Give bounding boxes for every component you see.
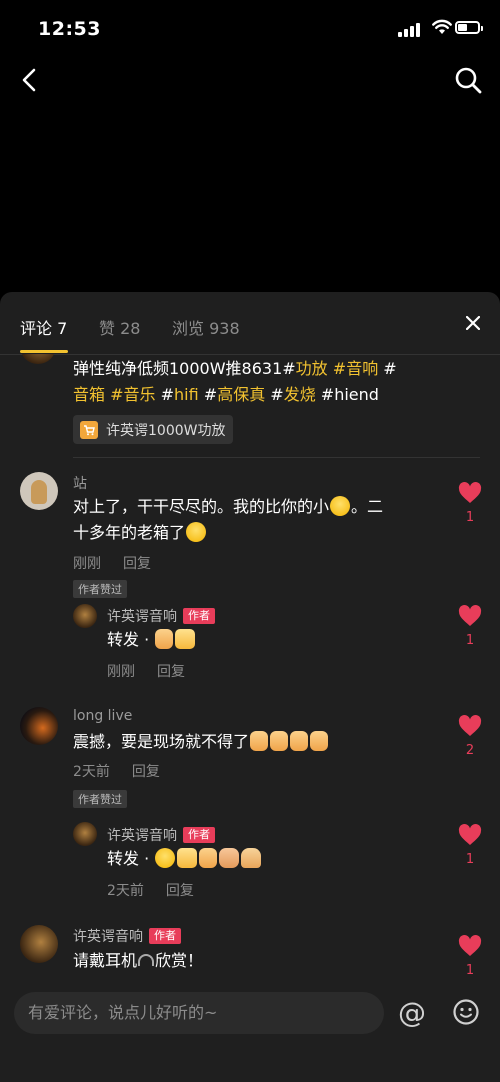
wifi-icon [432, 19, 452, 34]
comment-list: 弹性纯净低频1000W推8631#功放 #音响 # 音箱 #音乐 #hifi #高… [0, 354, 500, 984]
thumbs-up-emoji-icon [250, 731, 269, 751]
status-time: 12:53 [38, 18, 101, 40]
like-button[interactable]: 2 [458, 715, 482, 758]
like-count: 1 [465, 510, 475, 525]
product-name: 许英谔1000W功放 [106, 422, 226, 439]
avatar[interactable] [20, 925, 58, 963]
comment-time: 刚刚 [73, 556, 101, 572]
clap-emoji-icon [175, 629, 196, 649]
heart-icon [458, 715, 482, 736]
handshake-emoji-icon [219, 848, 240, 868]
reply-button[interactable]: 回复 [132, 764, 160, 780]
comment-username[interactable]: long live [73, 708, 132, 724]
hashtag[interactable]: 发烧 [284, 385, 316, 404]
author-badge: 作者 [149, 928, 181, 944]
active-tab-indicator [20, 350, 68, 353]
grin-emoji-icon [330, 496, 351, 516]
comment-input-bar: 有爱评论，说点儿好听的~ @ [0, 984, 500, 1082]
heart-icon [458, 482, 482, 503]
post-author-avatar[interactable] [20, 354, 56, 364]
comment-sheet: 评论 7 赞 28 浏览 938 弹性纯净低频1000W推8631#功放 #音响… [0, 292, 500, 1082]
like-button[interactable]: 1 [458, 824, 482, 867]
status-bar: 12:53 [0, 0, 500, 60]
avatar[interactable] [73, 822, 97, 846]
author-liked-badge: 作者赞过 [73, 580, 127, 598]
like-button[interactable]: 1 [458, 482, 482, 525]
comment-input[interactable]: 有爱评论，说点儿好听的~ [14, 992, 384, 1034]
reply-time: 刚刚 [107, 664, 135, 680]
comment-time: 2天前 [73, 764, 110, 780]
comment-text: 请戴耳机 欣赏！ [73, 951, 204, 970]
author-badge: 作者 [183, 608, 215, 624]
reply-text: 转发 · [107, 627, 196, 653]
like-button[interactable]: 1 [458, 935, 482, 978]
close-icon[interactable] [466, 316, 480, 330]
shopping-cart-icon [80, 420, 98, 439]
like-count: 1 [465, 852, 475, 867]
author-badge: 作者 [183, 827, 215, 843]
pray-emoji-icon [241, 848, 262, 868]
divider [73, 457, 480, 458]
heart-icon [458, 824, 482, 845]
grin-emoji-icon [186, 522, 207, 542]
reply-button[interactable]: 回复 [157, 664, 185, 680]
hashtag[interactable]: 高保真 [217, 385, 265, 404]
avatar[interactable] [73, 604, 97, 628]
cellular-signal-icon [398, 23, 422, 37]
hashtag[interactable]: #音乐 [105, 385, 155, 404]
like-count: 1 [465, 633, 475, 648]
avatar[interactable] [20, 707, 58, 745]
emoji-picker-icon[interactable] [453, 999, 479, 1025]
reply-username[interactable]: 许英谔音响 作者 [107, 825, 215, 845]
thumbs-up-emoji-icon [310, 731, 329, 751]
hashtag[interactable]: 音箱 [73, 385, 105, 404]
heart-icon [458, 605, 482, 626]
thumbs-up-emoji-icon [290, 731, 309, 751]
clap-emoji-icon [177, 848, 198, 868]
reply-button[interactable]: 回复 [123, 556, 151, 572]
tab-comments[interactable]: 评论 7 [20, 315, 67, 339]
comment-meta: 刚刚 回复 [73, 553, 151, 573]
hashtag[interactable]: hifi [174, 385, 199, 404]
thumbs-up-emoji-icon [199, 848, 218, 868]
tab-likes[interactable]: 赞 28 [99, 315, 140, 339]
like-count: 1 [465, 963, 475, 978]
like-button[interactable]: 1 [458, 605, 482, 648]
post-description: 弹性纯净低频1000W推8631#功放 #音响 # 音箱 #音乐 #hifi #高… [73, 359, 397, 404]
reply-text: 转发 · [107, 846, 262, 872]
comment-text: 震撼，要是现场就不得了 [73, 729, 329, 755]
avatar[interactable] [20, 472, 58, 510]
mention-icon[interactable]: @ [398, 996, 426, 1029]
back-arrow-icon[interactable] [18, 66, 42, 94]
hashtag[interactable]: 功放 [296, 359, 328, 378]
reply-meta: 刚刚 回复 [107, 661, 185, 681]
thumbs-up-emoji-icon [155, 629, 174, 649]
reply-button[interactable]: 回复 [166, 883, 194, 899]
battery-icon [455, 21, 483, 34]
reply-meta: 2天前 回复 [107, 880, 194, 900]
heart-icon [458, 935, 482, 956]
tab-bar: 评论 7 赞 28 浏览 938 [0, 292, 500, 355]
thumbs-up-emoji-icon [270, 731, 289, 751]
like-count: 2 [465, 743, 475, 758]
comment-username[interactable]: 许英谔音响 作者 [73, 926, 181, 946]
tab-views[interactable]: 浏览 938 [172, 315, 240, 339]
comment-meta: 2天前 回复 [73, 761, 160, 781]
search-icon[interactable] [454, 66, 482, 94]
reply-username[interactable]: 许英谔音响 作者 [107, 606, 215, 626]
hashtag[interactable]: #音响 [333, 359, 378, 378]
headphones-emoji-icon [138, 954, 155, 966]
comment-text: 对上了，干干尽尽的。我的比你的小 。二 十多年的老箱了 [73, 496, 384, 542]
product-link[interactable]: 许英谔1000W功放 [73, 415, 234, 444]
grin-emoji-icon [155, 848, 176, 868]
comment-username[interactable]: 站 [73, 473, 87, 493]
reply-time: 2天前 [107, 883, 144, 899]
author-liked-badge: 作者赞过 [73, 790, 127, 808]
